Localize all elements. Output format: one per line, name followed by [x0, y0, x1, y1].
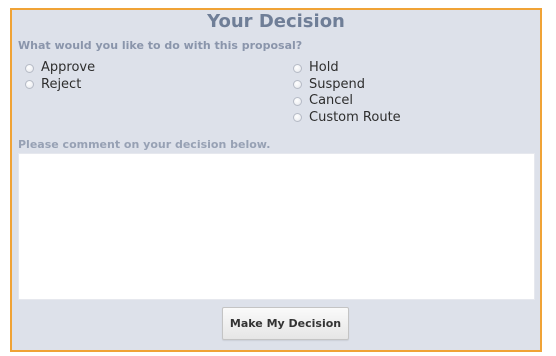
option-label: Reject: [41, 76, 82, 92]
reject-radio[interactable]: [25, 80, 34, 90]
option-hold[interactable]: Hold: [293, 60, 401, 77]
option-label: Custom Route: [309, 109, 401, 125]
decision-options-right: Hold Suspend Cancel Custom Route: [293, 60, 401, 126]
comment-textarea[interactable]: [18, 153, 535, 300]
hold-radio[interactable]: [293, 63, 302, 73]
option-label: Hold: [309, 60, 339, 76]
decision-panel: Your Decision What would you like to do …: [10, 8, 542, 352]
approve-radio[interactable]: [25, 63, 34, 73]
cancel-radio[interactable]: [293, 96, 302, 106]
decision-question: What would you like to do with this prop…: [18, 39, 303, 52]
option-label: Cancel: [309, 93, 354, 109]
decision-options-left: Approve Reject: [25, 60, 95, 93]
option-label: Approve: [41, 60, 96, 76]
comment-label: Please comment on your decision below.: [18, 138, 271, 151]
make-decision-button[interactable]: Make My Decision: [222, 307, 349, 340]
custom-route-radio[interactable]: [293, 113, 302, 123]
option-suspend[interactable]: Suspend: [293, 77, 401, 94]
option-custom-route[interactable]: Custom Route: [293, 110, 401, 127]
option-reject[interactable]: Reject: [25, 77, 95, 94]
option-label: Suspend: [309, 76, 366, 92]
option-approve[interactable]: Approve: [25, 60, 95, 77]
option-cancel[interactable]: Cancel: [293, 93, 401, 110]
suspend-radio[interactable]: [293, 80, 302, 90]
panel-title: Your Decision: [207, 11, 345, 32]
